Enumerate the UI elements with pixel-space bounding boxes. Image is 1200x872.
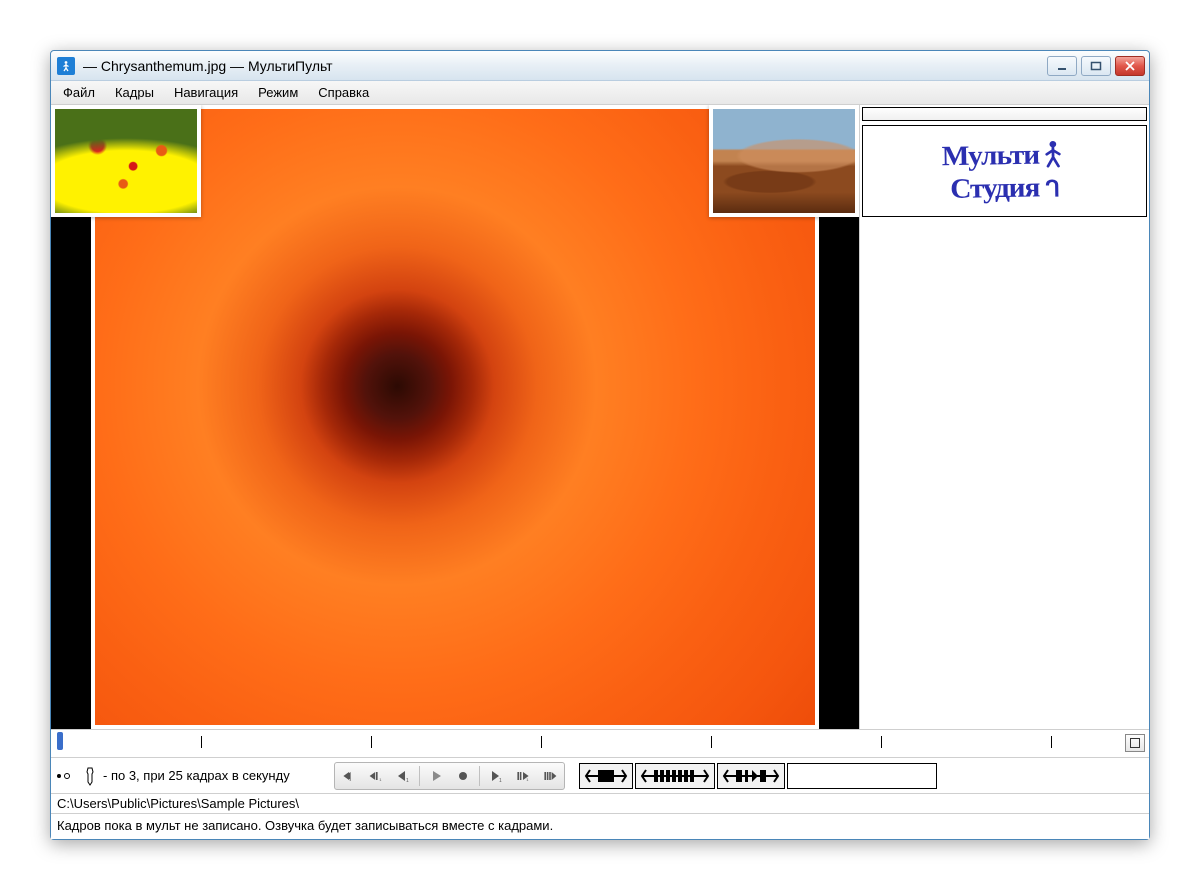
timeline-tick xyxy=(201,736,202,748)
svg-text:1: 1 xyxy=(499,778,502,783)
logo-box: Мульти Студия ᒉ xyxy=(862,125,1147,217)
status-message: Кадров пока в мульт не записано. Озвучка… xyxy=(51,814,1149,839)
step-forward-button[interactable]: 1 xyxy=(483,764,509,788)
menubar: Файл Кадры Навигация Режим Справка xyxy=(51,81,1149,105)
timeline-tick xyxy=(371,736,372,748)
titlebar[interactable]: — Chrysanthemum.jpg — МультиПульт xyxy=(51,51,1149,81)
next-thumbnail[interactable] xyxy=(709,105,859,217)
step-forward-many-button[interactable]: 1 xyxy=(510,764,536,788)
menu-help[interactable]: Справка xyxy=(308,82,379,103)
side-panel: Мульти Студия ᒉ xyxy=(859,105,1149,729)
content-area: Мульти Студия ᒉ xyxy=(51,105,1149,730)
fps-label: - по 3, при 25 кадрах в секунду xyxy=(103,768,290,783)
window-controls xyxy=(1047,56,1145,76)
timeline-ruler[interactable] xyxy=(51,730,1149,758)
stretch-mode-2-button[interactable] xyxy=(635,763,715,789)
side-panel-header[interactable] xyxy=(862,107,1147,121)
app-icon xyxy=(57,57,75,75)
close-button[interactable] xyxy=(1115,56,1145,76)
stretch-mode-3-button[interactable] xyxy=(717,763,785,789)
menu-mode[interactable]: Режим xyxy=(248,82,308,103)
timeline-tick xyxy=(881,736,882,748)
minimize-button[interactable] xyxy=(1047,56,1077,76)
timeline-end-button[interactable] xyxy=(1125,734,1145,752)
goto-start-button[interactable]: 1 xyxy=(336,764,362,788)
studio-logo: Мульти Студия ᒉ xyxy=(942,139,1068,203)
step-back-button[interactable]: 1 xyxy=(390,764,416,788)
status-path: C:\Users\Public\Pictures\Sample Pictures… xyxy=(51,794,1149,814)
menu-navigation[interactable]: Навигация xyxy=(164,82,248,103)
svg-text:1: 1 xyxy=(406,778,409,783)
play-button[interactable] xyxy=(423,764,449,788)
controls-row: - по 3, при 25 кадрах в секунду 1 1 1 1 xyxy=(51,758,1149,794)
app-window: — Chrysanthemum.jpg — МультиПульт Файл К… xyxy=(50,50,1150,840)
stretch-value-input[interactable] xyxy=(787,763,937,789)
stretch-mode-1-button[interactable] xyxy=(579,763,633,789)
svg-text:1: 1 xyxy=(526,776,529,781)
svg-text:1: 1 xyxy=(349,776,352,781)
step-back-many-button[interactable]: 1 xyxy=(363,764,389,788)
timeline-tick xyxy=(1051,736,1052,748)
timeline-tick xyxy=(541,736,542,748)
record-button[interactable] xyxy=(450,764,476,788)
prev-thumbnail[interactable] xyxy=(51,105,201,217)
record-indicator-icon xyxy=(57,769,75,783)
goto-end-button[interactable] xyxy=(537,764,563,788)
playhead[interactable] xyxy=(57,732,63,750)
image-viewer[interactable] xyxy=(51,105,859,729)
svg-text:1: 1 xyxy=(379,776,382,781)
stretch-controls xyxy=(579,763,937,789)
maximize-button[interactable] xyxy=(1081,56,1111,76)
menu-frames[interactable]: Кадры xyxy=(105,82,164,103)
window-title: — Chrysanthemum.jpg — МультиПульт xyxy=(83,58,1047,74)
playback-controls: 1 1 1 1 1 xyxy=(334,762,565,790)
menu-file[interactable]: Файл xyxy=(53,82,105,103)
pin-icon xyxy=(83,766,97,786)
statusbar: C:\Users\Public\Pictures\Sample Pictures… xyxy=(51,794,1149,839)
timeline-tick xyxy=(711,736,712,748)
